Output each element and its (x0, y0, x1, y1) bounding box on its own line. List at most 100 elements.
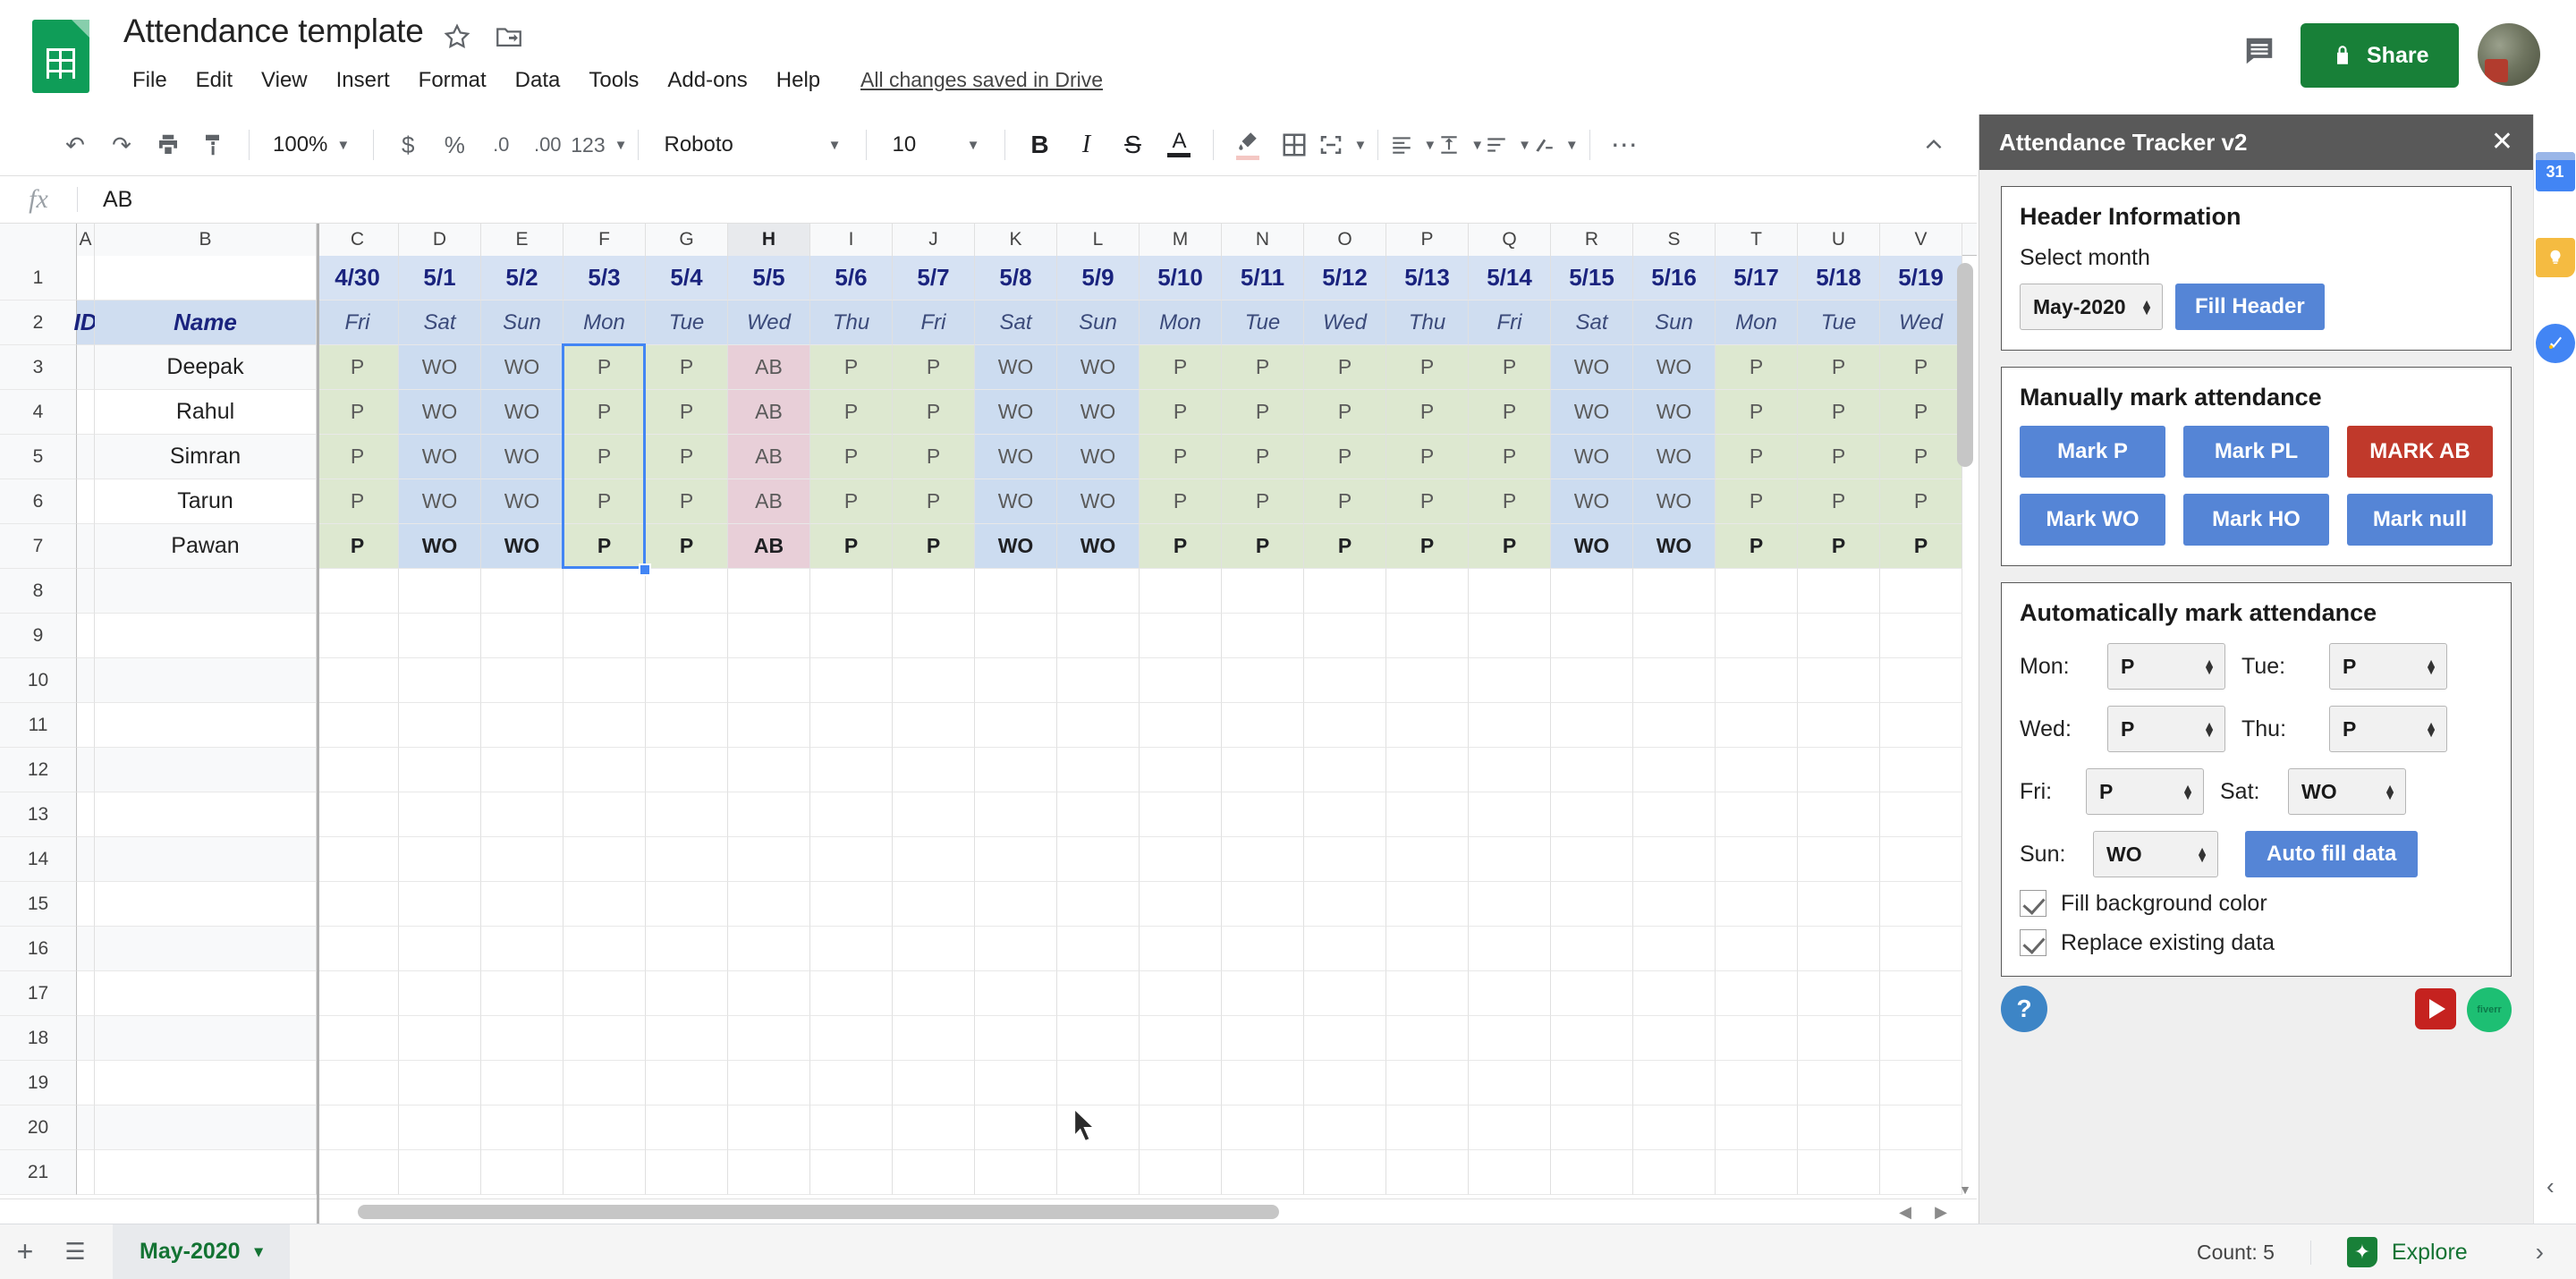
paint-format-button[interactable] (191, 122, 238, 168)
grid-cell[interactable]: 5/6 (810, 256, 893, 301)
grid-cell[interactable]: 5/9 (1057, 256, 1140, 301)
formula-input[interactable]: AB (103, 187, 132, 213)
grid-cell[interactable] (975, 882, 1057, 927)
thu-select[interactable]: P ▲▼ (2329, 706, 2447, 752)
grid-cell[interactable] (1386, 1061, 1469, 1105)
grid-cell[interactable] (1222, 658, 1304, 703)
grid-cell[interactable] (1716, 792, 1798, 837)
grid-cell[interactable]: WO (1633, 390, 1716, 435)
row-header-6[interactable]: 6 (0, 479, 77, 524)
grid-row-16[interactable]: 16 (0, 927, 1977, 971)
menu-item-view[interactable]: View (247, 63, 322, 98)
grid-cell[interactable] (77, 1150, 95, 1195)
grid-cell[interactable] (564, 1105, 646, 1150)
grid-cell[interactable] (1386, 971, 1469, 1016)
row-header-11[interactable]: 11 (0, 703, 77, 748)
grid-cell[interactable] (77, 748, 95, 792)
grid-cell[interactable]: 5/13 (1386, 256, 1469, 301)
grid-cell[interactable] (728, 1016, 810, 1061)
grid-cell[interactable]: P (1140, 479, 1222, 524)
font-family-selector[interactable]: Roboto ▼ (649, 122, 855, 168)
grid-cell[interactable]: Fri (893, 301, 975, 345)
grid-cell[interactable] (77, 256, 95, 301)
grid-cell[interactable]: P (1880, 390, 1962, 435)
grid-cell[interactable] (1633, 658, 1716, 703)
grid-cell[interactable]: P (1469, 390, 1551, 435)
grid-cell[interactable] (975, 1016, 1057, 1061)
grid-cell[interactable] (810, 658, 893, 703)
grid-cell[interactable]: 5/4 (646, 256, 728, 301)
grid-cell[interactable] (481, 569, 564, 614)
grid-cell[interactable]: Wed (1304, 301, 1386, 345)
grid-cell[interactable] (1880, 971, 1962, 1016)
grid-cell[interactable] (1716, 614, 1798, 658)
grid-cell[interactable] (399, 882, 481, 927)
grid-cell[interactable] (646, 748, 728, 792)
google-sheets-icon[interactable] (32, 20, 89, 93)
grid-cell[interactable] (975, 748, 1057, 792)
grid-cell[interactable] (1057, 971, 1140, 1016)
grid-cell[interactable] (564, 569, 646, 614)
google-tasks-icon[interactable] (2536, 324, 2575, 363)
grid-cell[interactable] (77, 435, 95, 479)
row-header-8[interactable]: 8 (0, 569, 77, 614)
zoom-selector[interactable]: 100% ▼ (260, 122, 362, 168)
grid-cell[interactable] (810, 927, 893, 971)
grid-cell[interactable]: P (1469, 524, 1551, 569)
grid-cell[interactable] (728, 748, 810, 792)
grid-cell[interactable]: Sun (1633, 301, 1716, 345)
menu-item-tools[interactable]: Tools (574, 63, 653, 98)
grid-cell[interactable] (975, 792, 1057, 837)
grid-cell[interactable] (1798, 837, 1880, 882)
grid-cell[interactable] (1222, 1016, 1304, 1061)
grid-cell[interactable] (1304, 882, 1386, 927)
grid-cell[interactable] (1551, 614, 1633, 658)
grid-cell[interactable] (481, 1150, 564, 1195)
grid-cell[interactable] (481, 792, 564, 837)
grid-cell[interactable] (893, 971, 975, 1016)
grid-cell[interactable] (1386, 658, 1469, 703)
grid-cell[interactable] (1386, 792, 1469, 837)
grid-cell[interactable]: WO (399, 524, 481, 569)
grid-cell[interactable] (399, 1061, 481, 1105)
grid-cell[interactable] (728, 703, 810, 748)
grid-cell[interactable]: WO (1057, 524, 1140, 569)
grid-cell[interactable] (1469, 927, 1551, 971)
grid-cell[interactable]: P (1716, 524, 1798, 569)
grid-cell[interactable] (1140, 1105, 1222, 1150)
grid-cell[interactable] (893, 1150, 975, 1195)
comment-icon[interactable] (2241, 34, 2278, 68)
grid-cell[interactable] (975, 971, 1057, 1016)
grid-cell[interactable] (95, 256, 317, 301)
grid-cell[interactable] (95, 1105, 317, 1150)
grid-cell[interactable] (728, 882, 810, 927)
grid-row-13[interactable]: 13 (0, 792, 1977, 837)
grid-cell[interactable] (1551, 837, 1633, 882)
grid-cell[interactable]: P (1798, 479, 1880, 524)
grid-cell[interactable]: P (1304, 479, 1386, 524)
grid-cell[interactable] (728, 971, 810, 1016)
grid-cell[interactable] (728, 1150, 810, 1195)
grid-cell[interactable] (399, 569, 481, 614)
grid-cell[interactable]: AB (728, 390, 810, 435)
grid-cell[interactable]: P (1140, 345, 1222, 390)
grid-cell[interactable]: P (646, 524, 728, 569)
grid-cell[interactable] (317, 837, 399, 882)
grid-cell[interactable] (77, 569, 95, 614)
grid-cell[interactable] (95, 1061, 317, 1105)
grid-cell[interactable]: P (317, 390, 399, 435)
grid-cell[interactable] (1633, 1061, 1716, 1105)
grid-cell[interactable] (481, 703, 564, 748)
grid-cell[interactable] (399, 837, 481, 882)
grid-row-8[interactable]: 8 (0, 569, 1977, 614)
grid-cell[interactable] (1716, 658, 1798, 703)
grid-cell[interactable]: Wed (728, 301, 810, 345)
text-wrap-button[interactable]: ▼ (1484, 122, 1531, 168)
grid-cell[interactable] (1222, 614, 1304, 658)
grid-cell[interactable] (95, 837, 317, 882)
horizontal-align-button[interactable]: ▼ (1389, 122, 1436, 168)
grid-cell[interactable] (728, 658, 810, 703)
column-header-p[interactable]: P (1386, 224, 1469, 256)
grid-cell[interactable] (646, 882, 728, 927)
grid-cell[interactable] (77, 390, 95, 435)
